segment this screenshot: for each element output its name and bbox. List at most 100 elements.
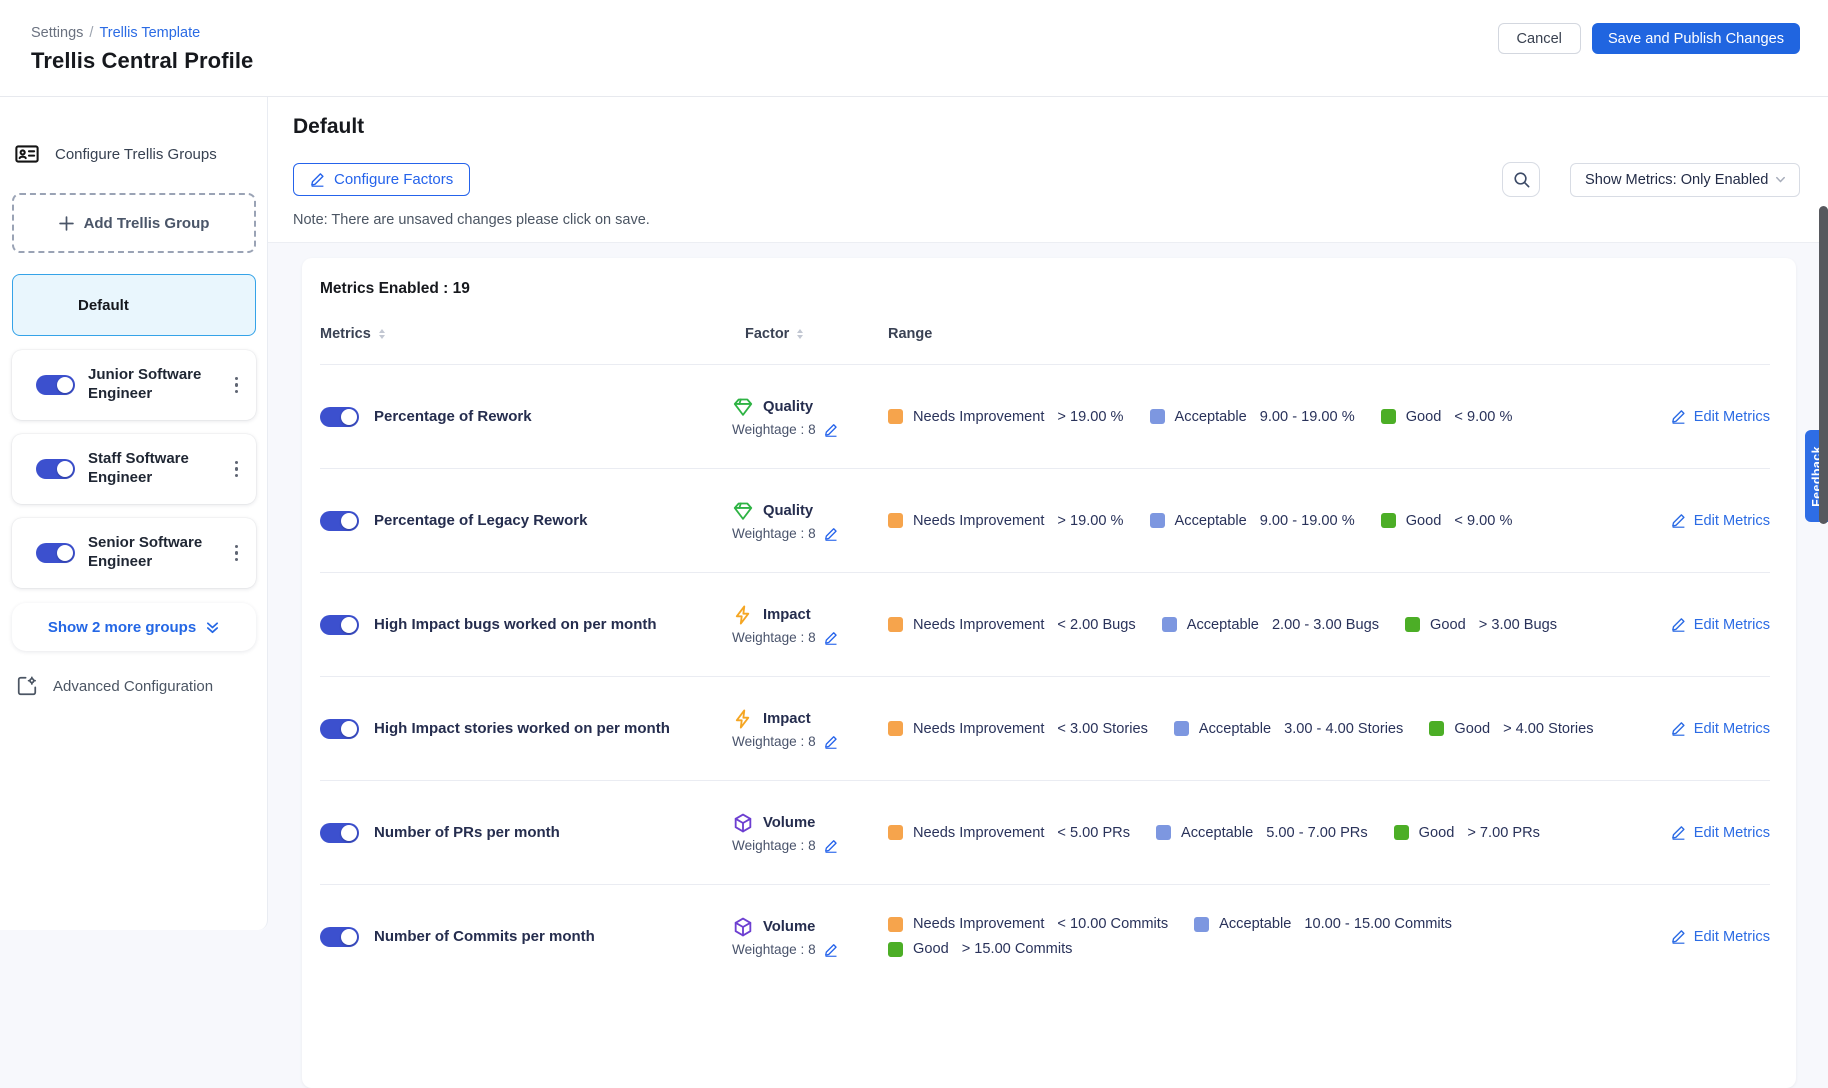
- range-label: Good: [1430, 617, 1466, 633]
- cancel-button[interactable]: Cancel: [1498, 23, 1581, 54]
- edit-metrics-link[interactable]: Edit Metrics: [1671, 617, 1770, 633]
- show-more-groups-button[interactable]: Show 2 more groups: [12, 603, 256, 651]
- breadcrumb-settings[interactable]: Settings: [31, 25, 83, 41]
- edit-cell: Edit Metrics: [1658, 409, 1770, 425]
- page-title: Trellis Central Profile: [31, 48, 253, 74]
- range-chip: Acceptable 10.00 - 15.00 Commits: [1194, 916, 1452, 932]
- weightage-text: Weightage : 8: [732, 838, 816, 853]
- save-and-publish-button[interactable]: Save and Publish Changes: [1592, 23, 1800, 54]
- add-trellis-group-button[interactable]: Add Trellis Group: [12, 193, 256, 253]
- metric-toggle[interactable]: [320, 719, 359, 739]
- factor-name: Quality: [763, 503, 813, 519]
- kebab-menu-icon[interactable]: [231, 457, 243, 482]
- edit-cell: Edit Metrics: [1658, 825, 1770, 841]
- configure-factors-label: Configure Factors: [334, 171, 453, 188]
- range-value: < 9.00 %: [1454, 513, 1512, 529]
- edit-cell: Edit Metrics: [1658, 721, 1770, 737]
- group-toggle[interactable]: [36, 375, 75, 395]
- range-label: Acceptable: [1181, 825, 1253, 841]
- range-chip: Good > 15.00 Commits: [888, 941, 1072, 957]
- advanced-configuration-link[interactable]: Advanced Configuration: [16, 675, 255, 697]
- edit-cell: Edit Metrics: [1658, 929, 1770, 945]
- range-cell: Needs Improvement > 19.00 % Acceptable 9…: [888, 513, 1658, 529]
- edit-pencil-icon: [310, 172, 325, 187]
- metric-toggle[interactable]: [320, 823, 359, 843]
- group-toggle[interactable]: [36, 543, 75, 563]
- show-metrics-select[interactable]: Show Metrics: Only Enabled: [1570, 163, 1800, 197]
- metric-toggle[interactable]: [320, 927, 359, 947]
- edit-metrics-label: Edit Metrics: [1694, 409, 1770, 425]
- edit-metrics-label: Edit Metrics: [1694, 721, 1770, 737]
- factor-cell: Volume Weightage : 8: [732, 916, 888, 957]
- edit-weightage-button[interactable]: [824, 735, 838, 749]
- metrics-table-card: Metrics Enabled : 19 Metrics Factor Rang…: [302, 258, 1796, 1088]
- column-header-range-label: Range: [888, 326, 932, 342]
- group-card-default-selected[interactable]: Default: [12, 274, 256, 336]
- group-name: Staff Software Engineer: [88, 450, 214, 488]
- range-chip: Acceptable 9.00 - 19.00 %: [1150, 513, 1355, 529]
- volume-cube-icon: [732, 812, 754, 834]
- range-chip: Good > 7.00 PRs: [1394, 825, 1540, 841]
- breadcrumb-trellis-template[interactable]: Trellis Template: [99, 25, 200, 41]
- chevron-down-icon: [1774, 173, 1787, 186]
- group-card-senior[interactable]: Senior Software Engineer: [12, 518, 256, 588]
- advanced-configuration-label: Advanced Configuration: [53, 678, 213, 695]
- id-badge-icon: [14, 141, 40, 167]
- range-color-swatch: [888, 409, 903, 424]
- range-label: Good: [1406, 513, 1442, 529]
- edit-weightage-button[interactable]: [824, 527, 838, 541]
- edit-metrics-link[interactable]: Edit Metrics: [1671, 929, 1770, 945]
- edit-metrics-link[interactable]: Edit Metrics: [1671, 825, 1770, 841]
- edit-weightage-button[interactable]: [824, 839, 838, 853]
- metric-toggle[interactable]: [320, 407, 359, 427]
- range-chip: Acceptable 9.00 - 19.00 %: [1150, 409, 1355, 425]
- range-value: > 7.00 PRs: [1467, 825, 1540, 841]
- vertical-scrollbar-thumb[interactable]: [1819, 206, 1828, 524]
- range-value: 9.00 - 19.00 %: [1260, 513, 1355, 529]
- range-color-swatch: [888, 942, 903, 957]
- group-toggle[interactable]: [36, 459, 75, 479]
- range-value: < 2.00 Bugs: [1057, 617, 1135, 633]
- search-button[interactable]: [1502, 162, 1540, 197]
- range-color-swatch: [1150, 409, 1165, 424]
- weightage-text: Weightage : 8: [732, 422, 816, 437]
- range-value: > 19.00 %: [1057, 513, 1123, 529]
- edit-weightage-button[interactable]: [824, 943, 838, 957]
- metric-cell: High Impact stories worked on per month: [320, 719, 732, 739]
- edit-metrics-label: Edit Metrics: [1694, 825, 1770, 841]
- column-header-factor[interactable]: Factor: [732, 326, 888, 342]
- range-chip: Acceptable 2.00 - 3.00 Bugs: [1162, 617, 1379, 633]
- unsaved-changes-note: Note: There are unsaved changes please c…: [293, 212, 1800, 228]
- range-chip: Good > 3.00 Bugs: [1405, 617, 1557, 633]
- configure-factors-button[interactable]: Configure Factors: [293, 163, 470, 196]
- edit-metrics-link[interactable]: Edit Metrics: [1671, 409, 1770, 425]
- metric-name: Number of PRs per month: [374, 823, 560, 843]
- range-chip: Good > 4.00 Stories: [1429, 721, 1593, 737]
- kebab-menu-icon[interactable]: [231, 373, 243, 398]
- range-value: < 9.00 %: [1454, 409, 1512, 425]
- range-value: > 19.00 %: [1057, 409, 1123, 425]
- search-icon: [1512, 170, 1531, 189]
- range-chip: Needs Improvement > 19.00 %: [888, 409, 1124, 425]
- selected-group-label: Default: [78, 297, 129, 314]
- edit-metrics-link[interactable]: Edit Metrics: [1671, 721, 1770, 737]
- range-value: 3.00 - 4.00 Stories: [1284, 721, 1403, 737]
- table-header-row: Metrics Factor Range: [320, 326, 1770, 364]
- edit-metrics-link[interactable]: Edit Metrics: [1671, 513, 1770, 529]
- configure-groups-label: Configure Trellis Groups: [55, 146, 217, 163]
- group-card-staff[interactable]: Staff Software Engineer: [12, 434, 256, 504]
- factor-cell: Quality Weightage : 8: [732, 500, 888, 541]
- kebab-menu-icon[interactable]: [231, 541, 243, 566]
- edit-weightage-button[interactable]: [824, 423, 838, 437]
- edit-weightage-button[interactable]: [824, 631, 838, 645]
- column-header-metrics[interactable]: Metrics: [320, 326, 732, 342]
- range-cell: Needs Improvement < 5.00 PRs Acceptable …: [888, 825, 1658, 841]
- metric-toggle[interactable]: [320, 511, 359, 531]
- range-color-swatch: [888, 825, 903, 840]
- metric-cell: Number of Commits per month: [320, 927, 732, 947]
- metric-toggle[interactable]: [320, 615, 359, 635]
- range-label: Good: [1419, 825, 1455, 841]
- configure-groups-header: Configure Trellis Groups: [14, 141, 255, 167]
- column-header-factor-label: Factor: [745, 326, 789, 342]
- group-card-junior[interactable]: Junior Software Engineer: [12, 350, 256, 420]
